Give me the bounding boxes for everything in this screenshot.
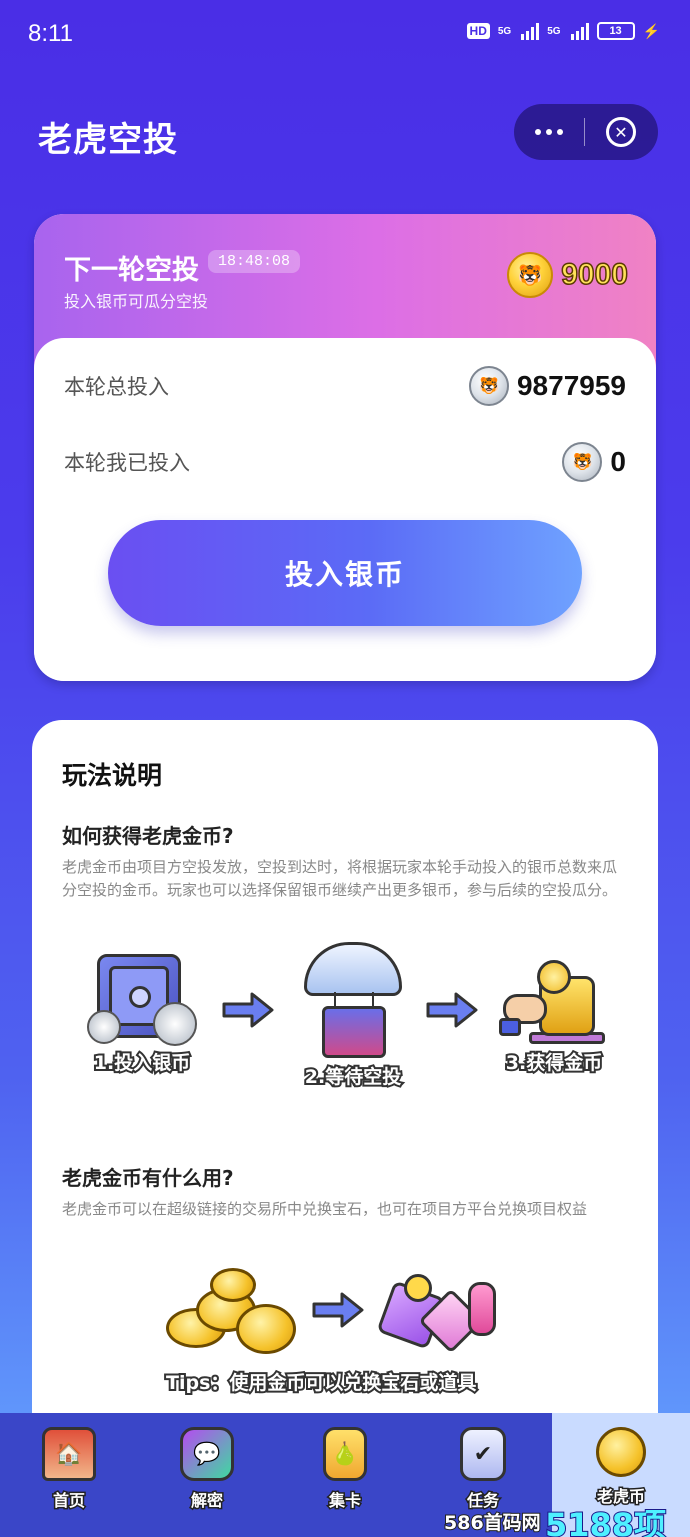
- nav-decode[interactable]: 💬 解密: [138, 1413, 276, 1537]
- watermark-site: 586首码网: [443, 1511, 542, 1535]
- step-wait: 2.等待空投: [278, 942, 428, 1090]
- watermark-brand: 5188项目网: [544, 1505, 667, 1537]
- total-invest-value-wrap: 🐯 9877959: [468, 366, 626, 406]
- more-button[interactable]: [514, 129, 584, 135]
- battery-icon: 13: [596, 22, 635, 40]
- next-round-title: 下一轮空投: [64, 255, 199, 286]
- arrow-right-icon: [312, 1292, 364, 1328]
- tiger-coin-icon: [596, 1427, 646, 1477]
- more-dot: [546, 129, 552, 135]
- network-label-2: 5G: [547, 25, 561, 37]
- gems-icon: [376, 1268, 508, 1362]
- airdrop-body: 本轮总投入 🐯 9877959 本轮我已投入 🐯 0 投入银币: [34, 338, 656, 681]
- invest-silver-button[interactable]: 投入银币: [108, 520, 582, 626]
- airdrop-subtitle: 投入银币可瓜分空投: [64, 292, 209, 311]
- gold-balance-value: 9000: [561, 257, 629, 292]
- network-label-1: 5G: [497, 25, 512, 37]
- more-dot: [535, 129, 541, 135]
- signal-icon-2: [570, 22, 589, 40]
- nav-decode-label: 解密: [189, 1490, 224, 1512]
- total-invest-row: 本轮总投入 🐯 9877959: [64, 366, 626, 406]
- silver-coin-icon: 🐯: [562, 442, 603, 482]
- charging-icon: ⚡: [642, 22, 660, 39]
- page-title: 老虎空投: [38, 120, 178, 160]
- tips-text: Tips：使用金币可以兑换宝石或道具: [164, 1370, 478, 1396]
- step-receive: 3.获得金币: [484, 954, 624, 1076]
- task-icon: ✔: [460, 1427, 506, 1481]
- miniapp-capsule: ✕: [514, 104, 658, 160]
- nav-cards-label: 集卡: [327, 1490, 362, 1512]
- arrow-right-icon: [426, 992, 478, 1028]
- gold-pile-icon: [166, 1268, 302, 1362]
- my-invest-label: 本轮我已投入: [64, 451, 190, 475]
- countdown-timer: 18:48:08: [208, 250, 301, 273]
- rules-card: 玩法说明 如何获得老虎金币? 老虎金币由项目方空投发放，空投到达时，将根据玩家本…: [32, 720, 658, 1480]
- hand-gold-icon: [499, 954, 609, 1048]
- airdrop-crate-icon: [298, 942, 408, 1062]
- gold-balance: 🐯 9000: [507, 252, 629, 298]
- hd-icon: HD: [466, 23, 490, 39]
- answer-gold-use: 老虎金币可以在超级链接的交易所中兑换宝石，也可在项目方平台兑换项目权益: [62, 1200, 588, 1218]
- status-icons: HD 5G 5G 13 ⚡: [466, 22, 660, 40]
- close-icon: ✕: [606, 117, 636, 147]
- rules-title: 玩法说明: [62, 761, 163, 790]
- airdrop-card: 下一轮空投 18:48:08 投入银币可瓜分空投 🐯 9000 本轮总投入 🐯 …: [34, 214, 656, 681]
- arrow-right-icon: [222, 992, 274, 1028]
- total-invest-value: 9877959: [516, 370, 626, 401]
- status-time: 8:11: [28, 20, 73, 47]
- nav-home-label: 首页: [51, 1490, 86, 1512]
- step-invest: 1.投入银币: [72, 954, 212, 1076]
- signal-icon: [521, 22, 540, 40]
- status-bar: 8:11 HD 5G 5G 13 ⚡: [0, 0, 690, 70]
- question-gold-use: 老虎金币有什么用?: [62, 1166, 234, 1190]
- nav-cards[interactable]: 🍐 集卡: [276, 1413, 414, 1537]
- total-invest-label: 本轮总投入: [64, 375, 169, 399]
- step-label-2: 2.等待空投: [303, 1064, 403, 1090]
- decode-icon: 💬: [180, 1427, 234, 1481]
- step-label-3: 3.获得金币: [504, 1050, 604, 1076]
- more-dot: [557, 129, 563, 135]
- safe-icon: [87, 954, 197, 1048]
- my-invest-value-wrap: 🐯 0: [562, 442, 626, 482]
- my-invest-row: 本轮我已投入 🐯 0: [64, 442, 626, 482]
- close-button[interactable]: ✕: [585, 117, 657, 147]
- card-icon: 🍐: [323, 1427, 367, 1481]
- my-invest-value: 0: [610, 446, 626, 477]
- battery-level: 13: [609, 25, 622, 37]
- gold-coin-icon: 🐯: [507, 252, 554, 298]
- answer-how-to-earn: 老虎金币由项目方空投发放，空投到达时，将根据玩家本轮手动投入的银币总数来瓜分空投…: [62, 858, 618, 899]
- question-how-to-earn: 如何获得老虎金币?: [62, 824, 234, 848]
- nav-home[interactable]: 🏠 首页: [0, 1413, 138, 1537]
- silver-coin-icon: 🐯: [468, 366, 509, 406]
- step-label-1: 1.投入银币: [92, 1050, 192, 1076]
- home-icon: 🏠: [42, 1427, 96, 1481]
